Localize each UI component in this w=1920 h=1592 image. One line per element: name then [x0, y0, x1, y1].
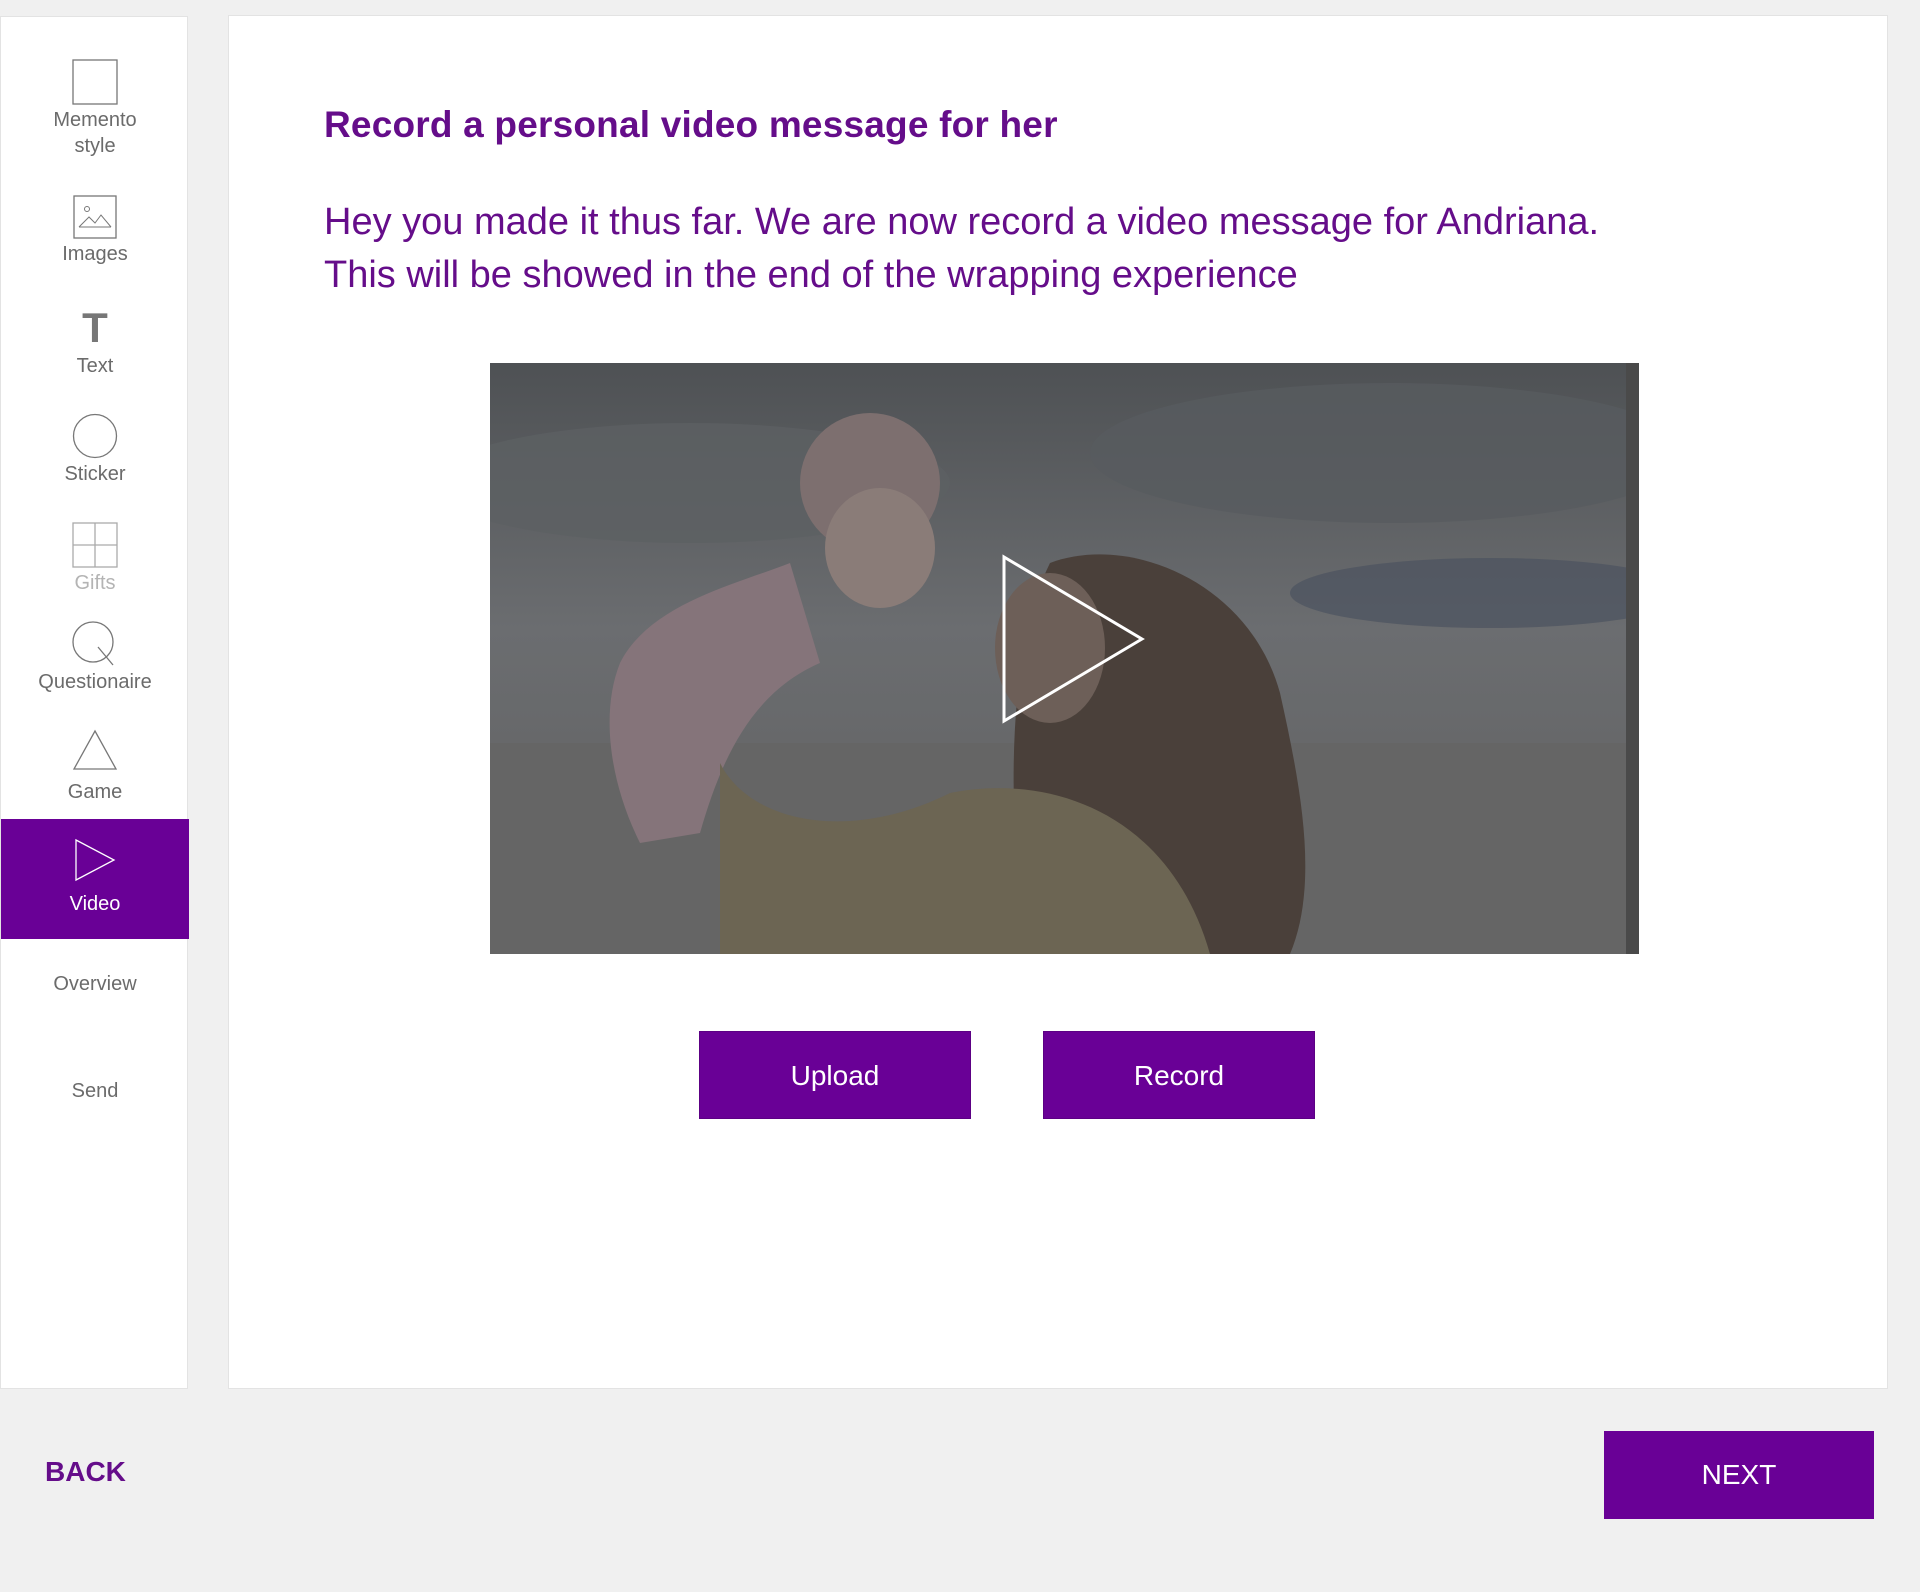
page-description: Hey you made it thus far. We are now rec… — [324, 201, 1600, 296]
sidebar-item-questionaire[interactable]: Questionaire — [1, 621, 189, 711]
sidebar-item-label: Memento style — [53, 109, 137, 157]
square-icon — [72, 59, 118, 105]
sidebar-item-memento-style[interactable]: Memento style — [1, 59, 189, 169]
sidebar-item-gifts[interactable]: Gifts — [1, 522, 189, 612]
sidebar: Memento style Images T Text Sticker Gift… — [0, 16, 189, 1389]
sidebar-item-label: Images — [62, 243, 128, 265]
sidebar-item-label: Game — [67, 781, 123, 803]
play-icon[interactable] — [1000, 553, 1150, 725]
sidebar-item-images[interactable]: Images — [1, 195, 189, 285]
sidebar-item-label: Sticker — [64, 463, 126, 485]
sidebar-item-label: Video — [69, 893, 121, 915]
circle-icon — [72, 413, 118, 459]
sidebar-item-overview[interactable]: Overview — [1, 971, 189, 1011]
upload-button[interactable]: Upload — [699, 1031, 971, 1119]
video-player[interactable] — [490, 363, 1639, 954]
magnifier-icon — [72, 621, 114, 666]
sidebar-item-send[interactable]: Send — [1, 1078, 189, 1118]
next-button[interactable]: NEXT — [1604, 1431, 1874, 1519]
grid-icon — [72, 522, 118, 568]
main-panel: Record a personal video message for her … — [228, 15, 1888, 1389]
sidebar-item-label: Send — [71, 1080, 119, 1102]
sidebar-item-video[interactable]: Video — [1, 819, 189, 939]
triangle-icon — [72, 729, 118, 770]
sidebar-item-game[interactable]: Game — [1, 729, 189, 819]
sidebar-item-label: Overview — [53, 973, 137, 995]
record-button[interactable]: Record — [1043, 1031, 1315, 1119]
back-button[interactable]: BACK — [45, 1456, 126, 1488]
sidebar-item-sticker[interactable]: Sticker — [1, 413, 189, 503]
play-icon — [75, 838, 116, 882]
sidebar-item-label: Questionaire — [38, 671, 152, 693]
text-icon: T — [82, 304, 108, 351]
sidebar-item-label: Text — [76, 355, 114, 377]
image-icon — [73, 195, 117, 239]
sidebar-item-label: Gifts — [74, 572, 116, 594]
sidebar-item-text[interactable]: T Text — [1, 305, 189, 395]
page-title: Record a personal video message for her — [324, 104, 1058, 145]
